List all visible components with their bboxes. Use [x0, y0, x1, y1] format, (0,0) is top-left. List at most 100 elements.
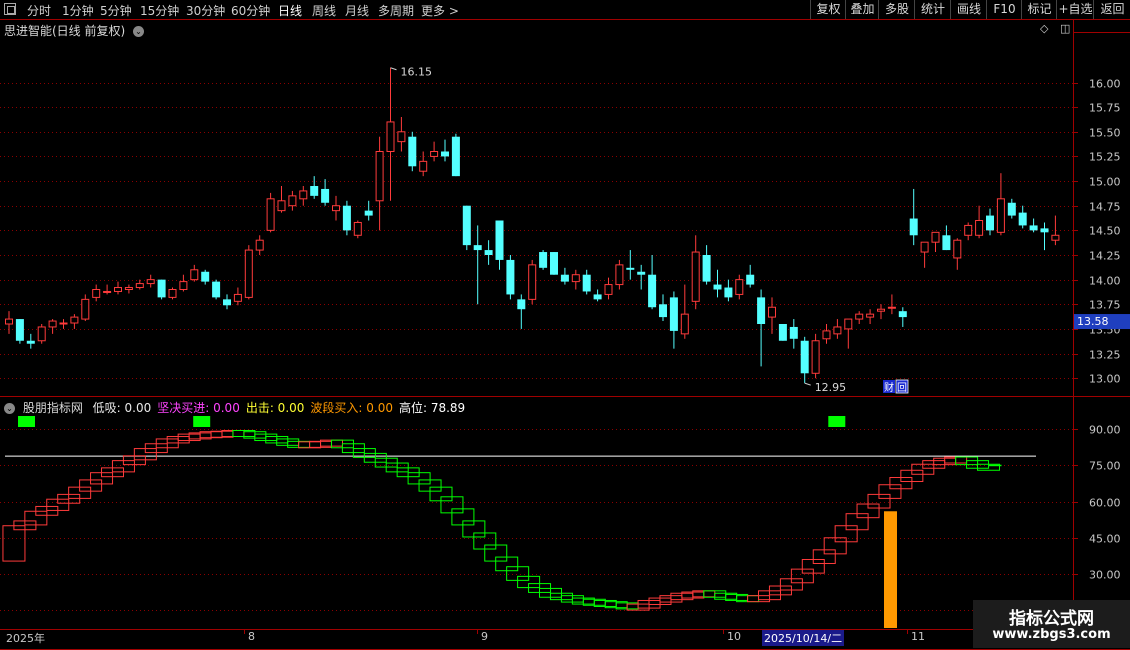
toolbar-button[interactable]: 统计 — [914, 0, 951, 19]
period-tab[interactable]: 30分钟 — [186, 2, 225, 19]
indicator-step-box — [232, 429, 256, 437]
indicator-step-box — [101, 467, 124, 478]
candle-body — [124, 287, 133, 290]
diamond-icon[interactable]: ◇ — [1040, 22, 1048, 35]
finance-marker-box — [895, 379, 909, 394]
indicator-step-box — [725, 593, 749, 601]
indicator-tick-label: 45.00 — [1089, 533, 1121, 546]
indicator-step-box — [309, 440, 333, 448]
indicator-step-box — [944, 456, 968, 464]
indicator-step-box — [363, 452, 387, 463]
toolbar-button[interactable]: 标记 — [1021, 0, 1057, 19]
period-tab[interactable]: 日线 — [278, 2, 302, 19]
indicator-step-box — [812, 549, 836, 564]
indicator-step-box — [790, 568, 814, 584]
price-tick-label: 15.75 — [1089, 102, 1121, 115]
candle-body — [953, 239, 962, 259]
candle-body — [419, 160, 428, 172]
indicator-step-box — [352, 448, 376, 458]
toolbar-button[interactable]: 画线 — [950, 0, 987, 19]
indicator-value: 波段买入: 0.00 — [310, 401, 393, 415]
candle-body — [909, 218, 918, 236]
indicator-step-box — [418, 479, 442, 492]
candle-body — [844, 318, 853, 330]
candle-body — [92, 289, 101, 298]
candle-body — [506, 259, 515, 295]
indicator-step-box — [615, 602, 639, 610]
indicator-step-box — [714, 592, 738, 600]
chevron-down-icon[interactable]: ⌄ — [4, 403, 15, 414]
period-tab[interactable]: 周线 — [312, 2, 336, 19]
indicator-step-box — [506, 566, 530, 581]
indicator-step-box — [922, 460, 946, 469]
toolbar-button[interactable]: 叠加 — [845, 0, 879, 19]
indicator-step-box — [582, 598, 606, 606]
indicator-step-box — [517, 575, 541, 589]
candle-body — [1007, 202, 1016, 216]
candle-body — [353, 221, 362, 236]
indicator-title-row: ⌄ 股朋指标网 低吸: 0.00 坚决买进: 0.00 出击: 0.00 波段买入: … — [4, 399, 465, 416]
indicator-step-box — [79, 479, 103, 492]
indicator-step-box — [977, 463, 1000, 471]
price-tick-label: 14.25 — [1089, 250, 1121, 263]
menu-icon[interactable] — [4, 3, 16, 15]
indicator-step-box — [539, 587, 562, 598]
candle-body — [811, 340, 820, 374]
toolbar-button[interactable]: F10 — [986, 0, 1022, 19]
candle-body — [724, 287, 733, 298]
indicator-value: 出击: 0.00 — [245, 401, 305, 415]
indicator-step-box — [111, 460, 135, 473]
period-tab[interactable]: 5分钟 — [100, 2, 132, 19]
chevron-down-icon[interactable]: ⌄ — [133, 26, 145, 37]
toolbar-button[interactable]: 复权 — [810, 0, 846, 19]
toolbar-button[interactable]: 返回 — [1093, 0, 1130, 19]
indicator-step-box — [889, 477, 913, 490]
candle-body — [266, 198, 275, 231]
candlestick-chart[interactable]: 16.00 15.75 15.50 15.25 15.00 14.75 14.50 14.25… — [0, 0, 1130, 650]
indicator-step-box — [155, 438, 179, 449]
period-tab[interactable]: 1分钟 — [62, 2, 94, 19]
candle-body — [495, 220, 504, 260]
period-tab[interactable]: 15分钟 — [140, 2, 179, 19]
indicator-step-box — [692, 590, 716, 598]
candle-body — [757, 297, 766, 324]
candle-body — [996, 198, 1005, 233]
candle-body — [648, 274, 657, 308]
toolbar-button[interactable]: +自选 — [1056, 0, 1094, 19]
indicator-step-box — [35, 505, 59, 516]
candle-body — [582, 274, 591, 292]
watermark-title: 指标公式网 — [1009, 609, 1094, 629]
period-tab[interactable]: 多周期 — [378, 2, 414, 19]
candle-body — [212, 281, 221, 298]
indicator-step-box — [911, 463, 935, 475]
candle-body — [964, 224, 973, 236]
period-tab[interactable]: 60分钟 — [231, 2, 270, 19]
indicator-step-box — [681, 591, 705, 599]
candle-body — [931, 231, 940, 243]
indicator-step-box — [166, 436, 190, 444]
panel-layout-icon[interactable]: ◫ — [1060, 22, 1070, 35]
indicator-step-box — [385, 462, 409, 473]
indicator-step-box — [210, 430, 234, 438]
watermark-url: www.zbgs3.com — [992, 627, 1111, 642]
indicator-step-box — [637, 599, 661, 609]
candle-body — [571, 274, 580, 283]
candle-body — [789, 326, 798, 339]
indicator-step-box — [429, 486, 453, 502]
indicator-step-box — [407, 472, 431, 485]
candle-body — [223, 299, 231, 306]
period-tab[interactable]: 月线 — [345, 2, 369, 19]
toolbar-button[interactable]: 多股 — [878, 0, 915, 19]
indicator-step-box — [177, 433, 201, 442]
x-axis-label: 8 — [248, 630, 255, 643]
indicator-step-box — [966, 460, 990, 469]
candle-body — [517, 299, 526, 310]
period-tab[interactable]: 更多 > — [421, 2, 459, 19]
indicator-step-box — [265, 436, 289, 444]
candle-body — [441, 151, 449, 157]
x-axis-label: 2025年 — [6, 632, 45, 645]
period-tab[interactable]: 分时 — [27, 2, 51, 19]
stock-title: 思进智能(日线 前复权) — [4, 24, 126, 38]
candle-body — [855, 313, 864, 320]
candle-body — [778, 324, 787, 341]
